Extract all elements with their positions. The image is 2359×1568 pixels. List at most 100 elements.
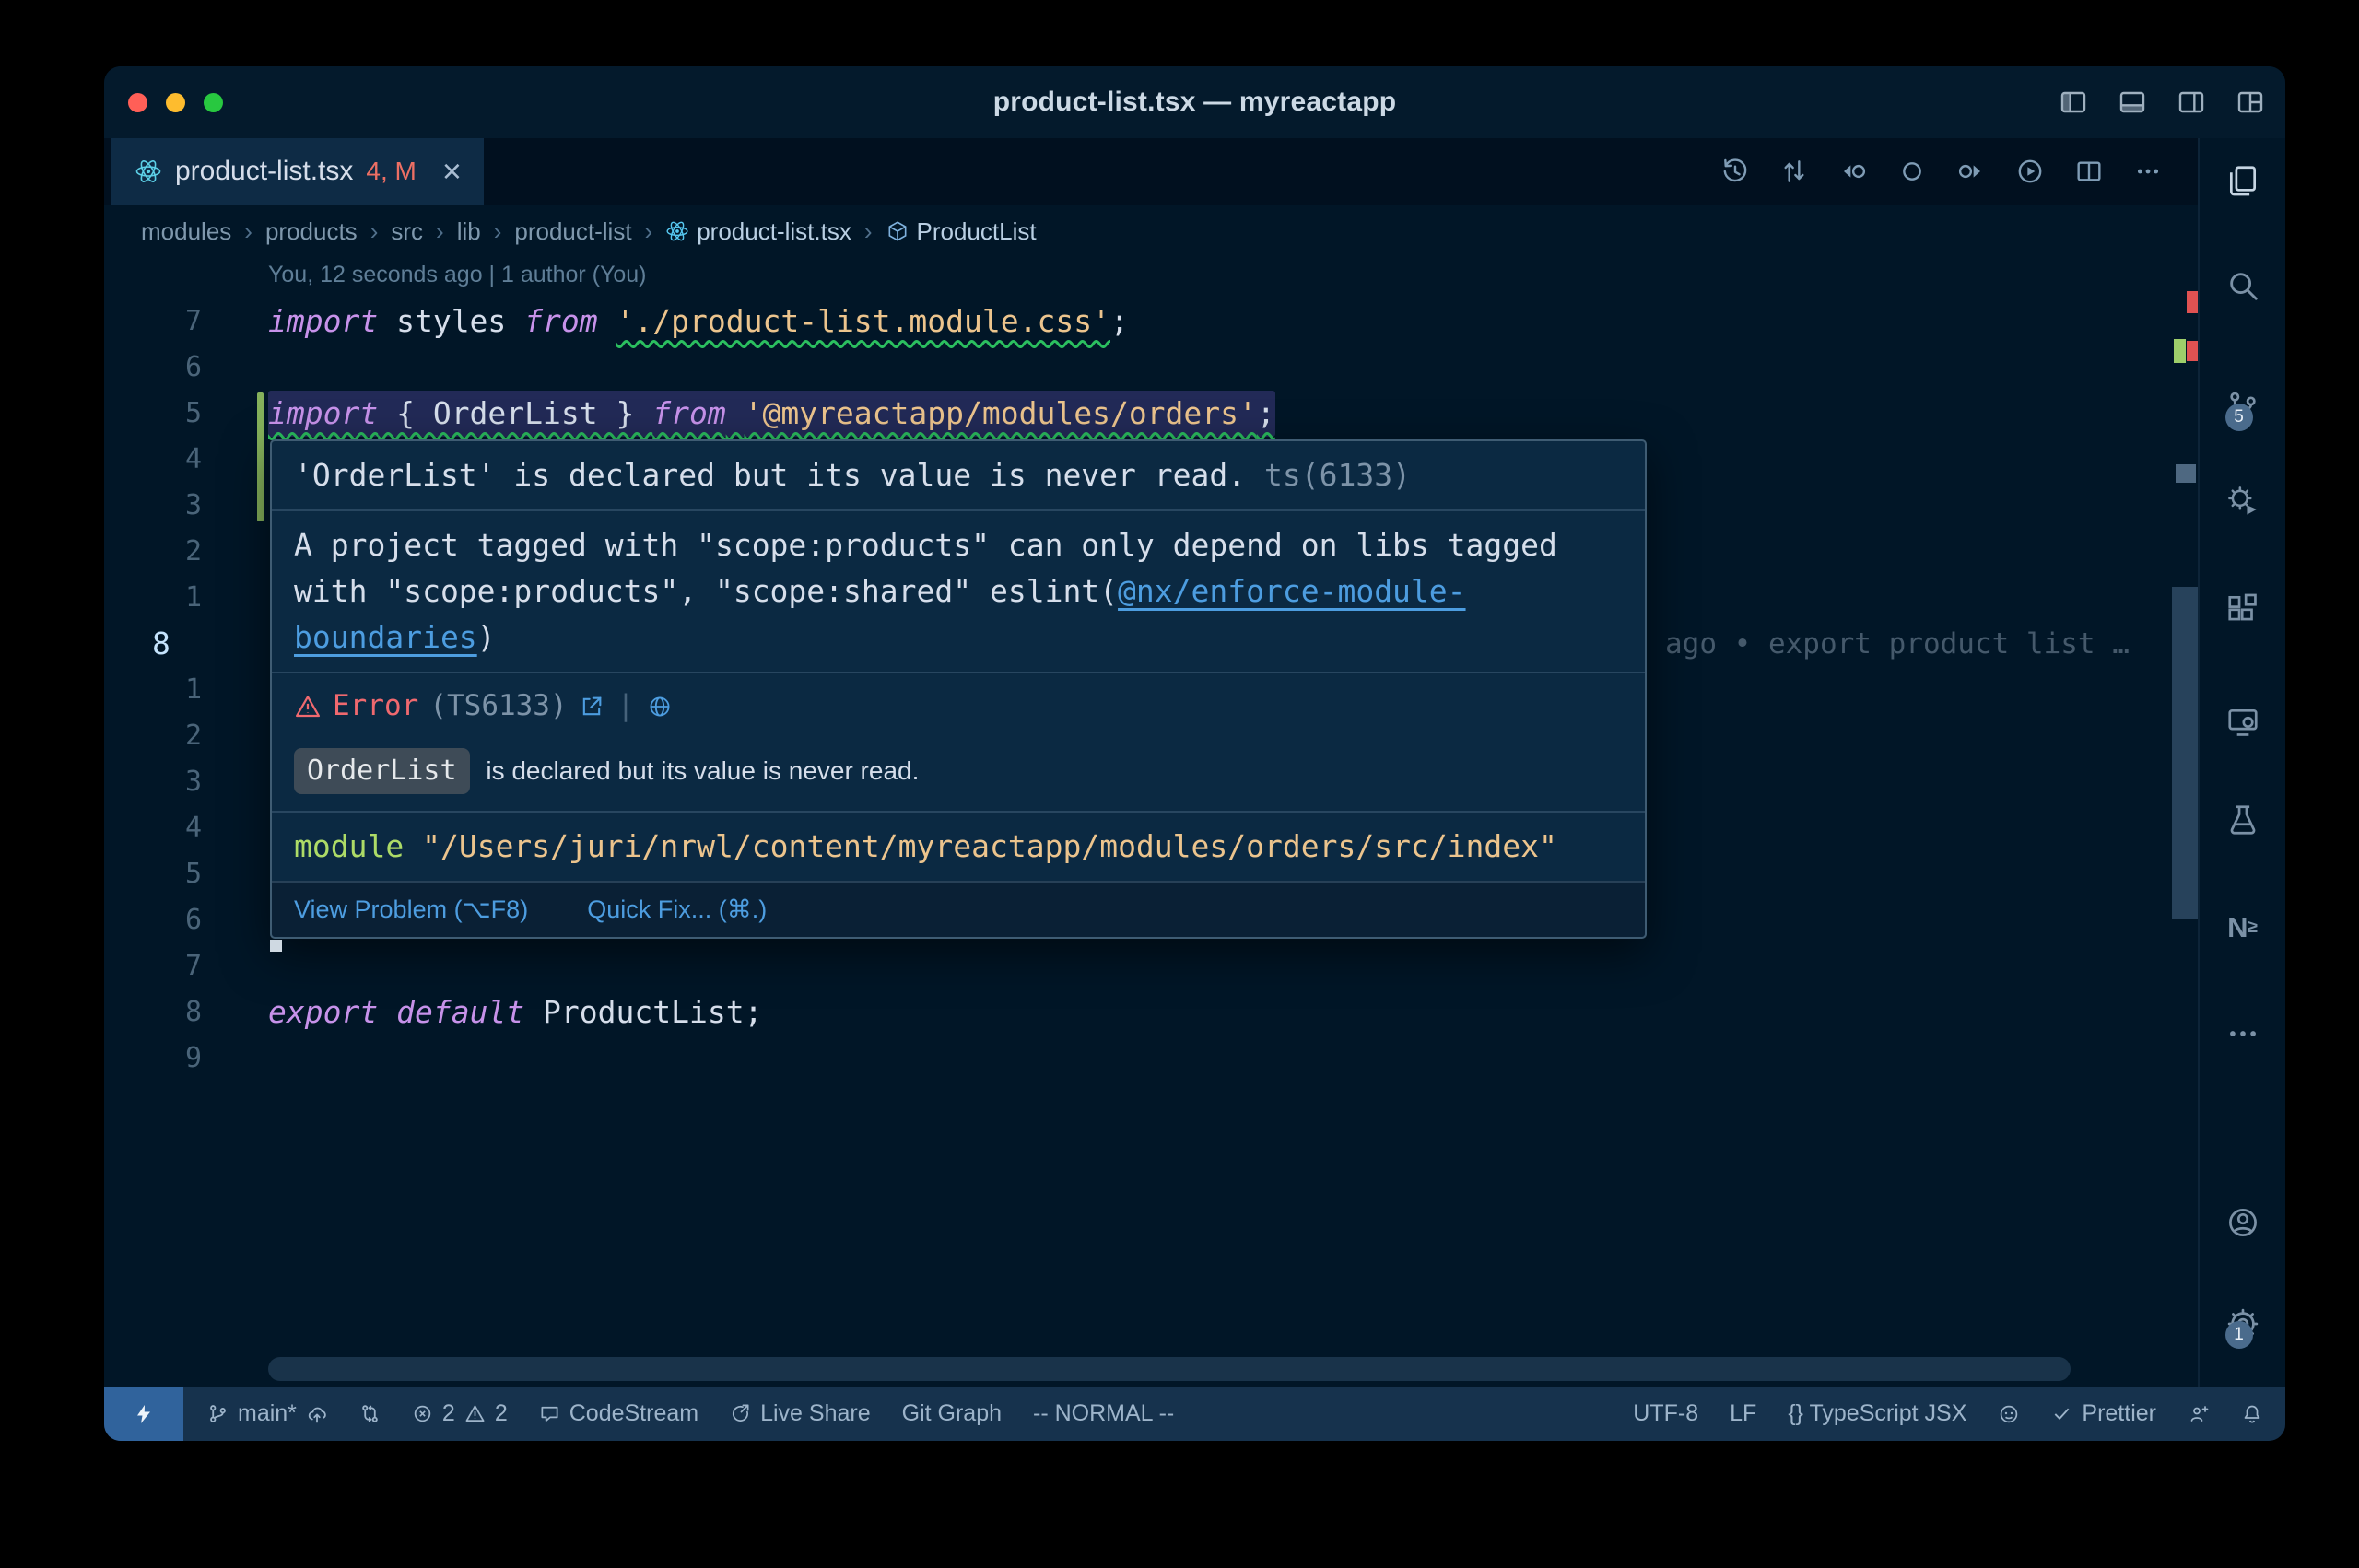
more-views-icon[interactable]: [2200, 1013, 2285, 1054]
code-line[interactable]: 8 export default ProductList;: [104, 989, 2170, 1036]
copilot-icon[interactable]: [1998, 1403, 2020, 1425]
compare-changes-icon[interactable]: [1779, 157, 1809, 186]
minimize-window-button[interactable]: [166, 93, 185, 112]
explorer-icon[interactable]: [2200, 160, 2285, 201]
line-number[interactable]: 6: [104, 345, 202, 391]
line-number[interactable]: 2: [104, 713, 202, 759]
eol-item[interactable]: LF: [1730, 1400, 1756, 1427]
line-number[interactable]: 9: [104, 1036, 202, 1082]
breadcrumb-lib[interactable]: lib: [457, 217, 481, 246]
warnings-icon: [464, 1403, 486, 1424]
live-share-icon: [730, 1403, 751, 1424]
line-number[interactable]: 2: [104, 529, 202, 575]
language-mode-item[interactable]: {} TypeScript JSX: [1788, 1400, 1966, 1427]
breadcrumb-products[interactable]: products: [265, 217, 358, 246]
line-number[interactable]: 5: [104, 391, 202, 437]
line-number[interactable]: 4: [104, 805, 202, 851]
line-number[interactable]: 8: [152, 621, 170, 667]
feedback-icon[interactable]: [2188, 1403, 2210, 1425]
tab-close-button[interactable]: ×: [442, 155, 462, 188]
window-title: product-list.tsx — myreactapp: [104, 87, 2285, 118]
tab-product-list[interactable]: product-list.tsx 4, M ×: [111, 138, 484, 205]
split-editor-icon[interactable]: [2074, 157, 2104, 186]
encoding-item[interactable]: UTF-8: [1633, 1400, 1698, 1427]
line-number[interactable]: 5: [104, 851, 202, 897]
nx-rule-link[interactable]: boundaries: [294, 619, 477, 655]
gutter-change-indicator[interactable]: [257, 392, 264, 521]
close-window-button[interactable]: [128, 93, 147, 112]
line-number[interactable]: 8: [104, 989, 202, 1036]
rule-line-2: with "scope:products", "scope:shared" es…: [294, 568, 1623, 614]
toggle-sidebar-right-icon[interactable]: [2177, 88, 2206, 117]
customize-layout-icon[interactable]: [2236, 88, 2265, 117]
settings-gear-icon[interactable]: 1: [2200, 1304, 2285, 1344]
codestream-item[interactable]: CodeStream: [539, 1400, 698, 1427]
problems-item[interactable]: 2 2: [412, 1400, 508, 1427]
code-editor[interactable]: You, 12 seconds ago | 1 author (You) 7 im…: [104, 258, 2200, 1387]
globe-icon[interactable]: [647, 694, 673, 720]
breadcrumb-modules[interactable]: modules: [141, 217, 231, 246]
line-number[interactable]: 7: [104, 943, 202, 989]
hover-rule-section: A project tagged with "scope:products" c…: [272, 511, 1645, 672]
layout-controls: [2059, 88, 2265, 117]
timeline-history-icon[interactable]: [1720, 157, 1750, 186]
breadcrumb-src[interactable]: src: [391, 217, 423, 246]
next-change-icon[interactable]: [1956, 157, 1986, 186]
source-control-icon[interactable]: 5: [2200, 386, 2285, 427]
overview-ruler[interactable]: [2172, 258, 2200, 1387]
line-number[interactable]: 7: [104, 298, 202, 345]
line-number[interactable]: 1: [104, 575, 202, 621]
code-line[interactable]: 9: [104, 1036, 2170, 1082]
vim-mode-indicator[interactable]: -- NORMAL --: [1033, 1400, 1174, 1427]
breadcrumb-symbol[interactable]: ProductList: [886, 217, 1037, 246]
git-branch-item[interactable]: main*: [207, 1400, 328, 1427]
code-line[interactable]: 6: [104, 345, 2170, 391]
extensions-icon[interactable]: [2200, 589, 2285, 629]
popup-resize-handle[interactable]: [270, 940, 282, 952]
module-keyword: module: [294, 828, 404, 864]
git-compare-item[interactable]: [359, 1403, 381, 1424]
notifications-bell-icon[interactable]: [2241, 1403, 2263, 1425]
nx-rule-link[interactable]: @nx/enforce-module-: [1118, 573, 1466, 609]
keyword-token: from: [652, 395, 725, 431]
zoom-window-button[interactable]: [204, 93, 223, 112]
code-text[interactable]: export default ProductList;: [268, 989, 762, 1036]
line-number[interactable]: 3: [104, 483, 202, 529]
line-number[interactable]: 6: [104, 897, 202, 943]
open-external-icon[interactable]: [579, 694, 604, 720]
git-graph-item[interactable]: Git Graph: [902, 1400, 1002, 1427]
gitlens-codelens[interactable]: You, 12 seconds ago | 1 author (You): [268, 262, 647, 288]
breadcrumb-separator: ›: [645, 217, 653, 246]
view-problem-link[interactable]: View Problem (⌥F8): [294, 895, 528, 924]
run-file-icon[interactable]: [2015, 157, 2045, 186]
code-line[interactable]: 7: [104, 943, 2170, 989]
accounts-icon[interactable]: [2200, 1202, 2285, 1243]
code-text[interactable]: import styles from './product-list.modul…: [268, 298, 1129, 345]
toggle-panel-icon[interactable]: [2118, 88, 2147, 117]
remote-explorer-icon[interactable]: [2200, 702, 2285, 743]
horizontal-scrollbar[interactable]: [268, 1357, 2071, 1381]
quick-fix-link[interactable]: Quick Fix... (⌘.): [587, 895, 767, 924]
code-line[interactable]: 7 import styles from './product-list.modu…: [104, 298, 2170, 345]
breadcrumb-product-list[interactable]: product-list: [514, 217, 631, 246]
live-share-item[interactable]: Live Share: [730, 1400, 871, 1427]
more-actions-icon[interactable]: [2133, 157, 2163, 186]
line-number[interactable]: 3: [104, 759, 202, 805]
remote-indicator[interactable]: [104, 1387, 183, 1441]
breadcrumb-file[interactable]: product-list.tsx: [665, 217, 851, 246]
symbol-badge: OrderList: [294, 748, 470, 794]
code-text[interactable]: import { OrderList } from '@myreactapp/m…: [268, 391, 1275, 437]
code-line[interactable]: 5 import { OrderList } from '@myreactapp/…: [104, 391, 2170, 437]
testing-beaker-icon[interactable]: [2200, 800, 2285, 840]
line-number[interactable]: 4: [104, 437, 202, 483]
title-bar: product-list.tsx — myreactapp: [104, 66, 2285, 138]
search-icon[interactable]: [2200, 265, 2285, 306]
string-token: './product-list.module.css': [616, 303, 1110, 339]
debug-icon[interactable]: [2200, 481, 2285, 521]
nx-console-icon[interactable]: N≥: [2200, 907, 2285, 948]
line-number[interactable]: 1: [104, 667, 202, 713]
toggle-sidebar-left-icon[interactable]: [2059, 88, 2088, 117]
sync-circle-icon[interactable]: [1897, 157, 1927, 186]
vertical-scrollbar-thumb[interactable]: [2172, 587, 2200, 919]
previous-change-icon[interactable]: [1838, 157, 1868, 186]
